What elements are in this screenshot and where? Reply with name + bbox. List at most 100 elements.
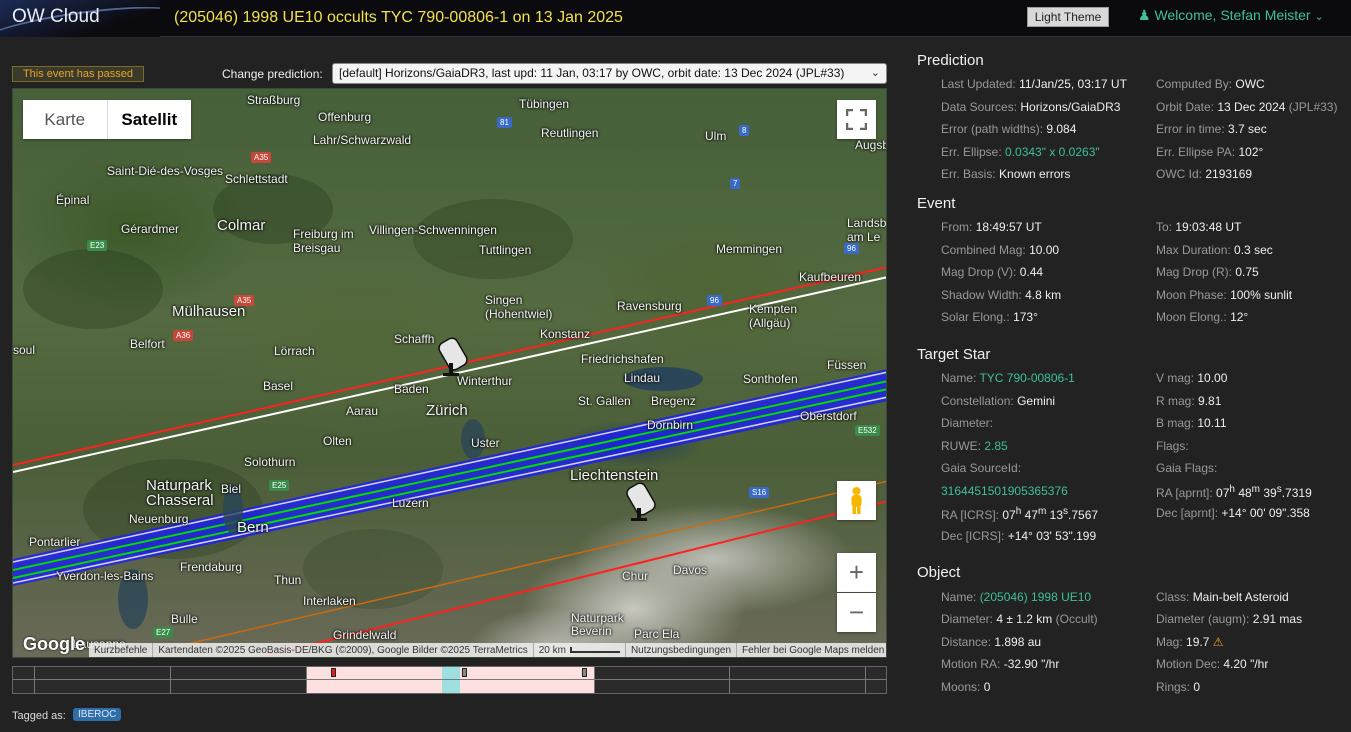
place-label: Belfort [130,337,165,351]
timeline-tick [594,667,595,693]
warning-icon[interactable]: ⚠ [1213,635,1224,649]
timeline-divider [13,679,886,680]
gaia-source-id[interactable]: 3164451501905365376 [941,484,1068,498]
telescope-icon [626,482,656,521]
place-label: Sonthofen [743,372,798,386]
place-label: Lindau [624,371,661,385]
timeline-marker[interactable] [331,668,336,677]
shadow-width-field: Shadow Width: 4.8 km [941,288,1062,302]
vmag-field: V mag: 10.00 [1156,371,1228,385]
chevron-down-icon: ⌄ [1314,11,1324,23]
place-label: Colmar [217,217,266,234]
object-diameter-field: Diameter: 4 ± 1.2 km (Occult) [941,612,1098,626]
place-label: Kaufbeuren [799,270,862,284]
place-label: Davos [673,563,708,577]
err-ellipse-field[interactable]: Err. Ellipse: 0.0343" x 0.0263" [941,145,1100,159]
event-heading: Event [917,195,956,212]
place-label: Zürich [426,402,468,419]
occultation-map[interactable]: Straßburg Tübingen Offenburg Reutlingen … [12,88,887,658]
place-label: Memmingen [716,242,783,256]
place-label: Friedrichshafen [581,352,664,366]
place-label: Naturpark Beverin [571,611,624,638]
combined-mag-field: Combined Mag: 10.00 [941,243,1060,257]
light-theme-button[interactable]: Light Theme [1027,7,1109,27]
object-name-field[interactable]: Name: (205046) 1998 UE10 [941,590,1091,604]
place-label: Pontarlier [29,535,81,549]
event-timeline[interactable] [12,666,887,694]
zoom-in-button[interactable]: + [837,553,876,592]
prediction-select-value: [default] Horizons/GaiaDR3, last upd: 11… [339,66,845,80]
scale-bar[interactable]: 20 km [534,643,626,657]
map-type-satellit[interactable]: Satellit [106,100,192,139]
place-label: Lahr/Schwarzwald [313,133,412,147]
tagged-label: Tagged as: [12,710,66,722]
place-label: Augsb [855,138,887,152]
road-badge: A35 [234,295,255,306]
star-name-field[interactable]: Name: TYC 790-00806-1 [941,371,1075,385]
zoom-out-button[interactable]: − [837,593,876,632]
place-label: Ulm [705,129,727,143]
report-error-link[interactable]: Fehler bei Google Maps melden [737,643,886,657]
dec-icrs-field: Dec [ICRS]: +14° 03' 53".199 [941,529,1097,543]
owc-id-field: OWC Id: 2193169 [1156,167,1253,181]
rmag-field: R mag: 9.81 [1156,394,1222,408]
timeline-marker[interactable] [582,668,587,677]
moon-phase-field: Moon Phase: 100% sunlit [1156,288,1293,302]
flags-field: Flags: [1156,439,1189,453]
prediction-select[interactable]: [default] Horizons/GaiaDR3, last upd: 11… [332,63,887,84]
place-label: Saint-Dié-des-Vosges [107,164,224,178]
fullscreen-button[interactable] [837,100,876,139]
place-label: Tübingen [519,97,570,111]
place-label: Uster [471,436,500,450]
fullscreen-icon [846,109,867,130]
object-mag-field: Mag: 19.7 ⚠ [1156,635,1224,649]
target-star-heading: Target Star [917,346,991,363]
place-label: Freiburg im Breisgau [293,227,354,255]
place-label: Épinal [56,193,90,207]
object-heading: Object [917,564,961,581]
map-attribution: Kurzbefehle Kartendaten ©2025 GeoBasis-D… [89,643,886,657]
timeline-tick [865,667,866,693]
road-badge: A35 [251,152,272,163]
road-badge: 7 [730,178,741,189]
place-label: Bregenz [651,394,696,408]
place-label: Oberstdorf [800,409,857,423]
data-sources-field: Data Sources: Horizons/GaiaDR3 [941,100,1121,114]
keyboard-shortcuts-link[interactable]: Kurzbefehle [89,643,154,657]
road-badge: 8 [739,125,750,136]
street-view-button[interactable] [837,481,876,520]
timeline-tick [306,667,307,693]
tag-iberoc[interactable]: IBEROC [73,708,122,721]
ruwe-field: RUWE: 2.85 [941,439,1008,453]
terms-link[interactable]: Nutzungsbedingungen [626,643,738,657]
user-icon: ♟ [1138,7,1151,23]
place-label: Singen (Hohentwiel) [485,293,553,321]
place-label: Biel [221,482,242,496]
gaia-source-label: Gaia SourceId: [941,461,1022,475]
prediction-heading: Prediction [917,52,984,69]
ra-icrs-field: RA [ICRS]: 07h 47m 13s.7567 [941,506,1099,522]
place-label: Kempten (Allgäu) [749,302,798,330]
chevron-down-icon: ⌄ [870,67,880,79]
motion-dec-field: Motion Dec: 4.20 "/hr [1156,657,1269,671]
place-label: Bern [237,519,269,536]
road-badge: S16 [749,487,770,498]
constellation-field: Constellation: Gemini [941,394,1056,408]
err-ellipse-pa-field: Err. Ellipse PA: 102° [1156,145,1264,159]
timeline-marker[interactable] [462,668,467,677]
place-label: Olten [323,434,352,448]
moon-elong-field: Moon Elong.: 12° [1156,310,1249,324]
app-logo[interactable]: OW Cloud [0,0,160,37]
error-in-time-field: Error in time: 3.7 sec [1156,122,1267,136]
event-title: (205046) 1998 UE10 occults TYC 790-00806… [174,9,623,26]
pegman-icon [851,487,862,514]
map-type-toggle[interactable]: Karte Satellit [23,100,191,139]
place-label: Luzern [392,496,429,510]
road-badge: E532 [855,425,880,436]
road-badge: E23 [87,240,108,251]
map-type-karte[interactable]: Karte [23,100,107,139]
road-badge: 96 [844,243,859,254]
place-label: Liechtenstein [570,467,659,484]
map-data-credit: Kartendaten ©2025 GeoBasis-DE/BKG (©2009… [153,643,534,657]
user-menu[interactable]: ♟ Welcome, Stefan Meister ⌄ [1138,7,1324,24]
